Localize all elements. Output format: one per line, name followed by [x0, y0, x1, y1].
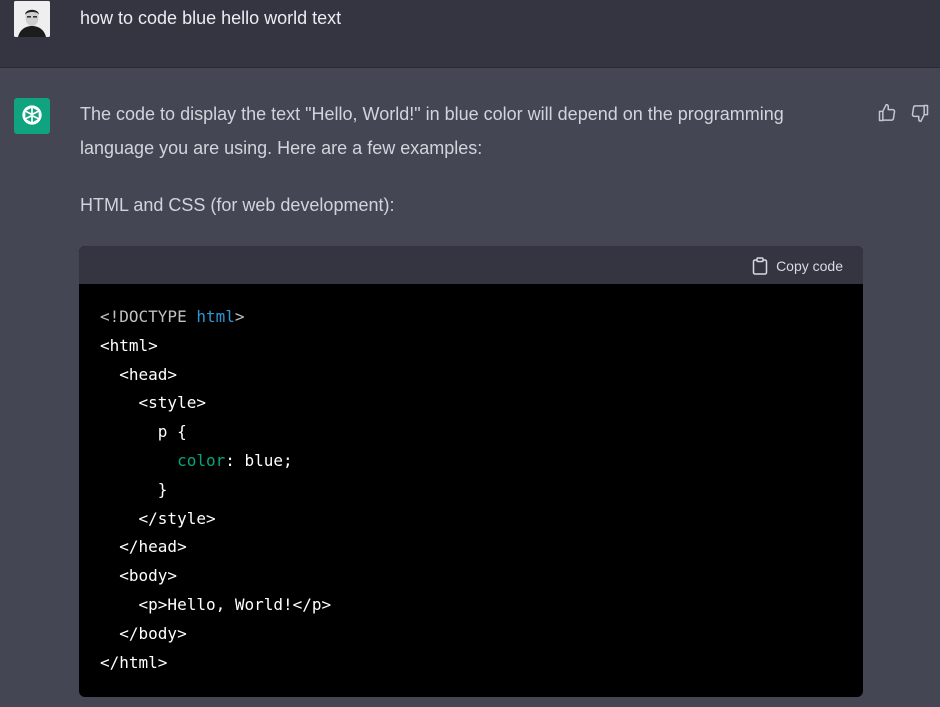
code-line: <p>Hello, World!</p> — [100, 591, 332, 620]
code-content: <!DOCTYPE html> <html> <head> <style> p {… — [100, 303, 331, 677]
code-token: color — [177, 450, 226, 470]
code-token: <!DOCTYPE — [100, 307, 197, 326]
code-line: color: blue; — [100, 447, 331, 476]
code-token: <head> — [119, 364, 178, 384]
code-block: Copy code <!DOCTYPE html> <html> <head> <… — [79, 246, 863, 697]
assistant-paragraph-intro: The code to display the text "Hello, Wor… — [80, 104, 784, 158]
code-token: html — [196, 307, 235, 326]
code-token: > — [234, 307, 245, 326]
code-line: </body> — [100, 620, 331, 649]
user-avatar — [14, 1, 50, 37]
code-line: } — [100, 476, 331, 505]
code-token: </head> — [119, 537, 187, 557]
code-line: <!DOCTYPE html> — [100, 303, 331, 332]
code-line: </head> — [100, 533, 331, 562]
code-block-header: Copy code — [79, 246, 863, 284]
code-token: </body> — [119, 623, 187, 643]
code-token: } — [157, 479, 168, 499]
openai-logo-icon — [22, 105, 42, 125]
code-token: <p>Hello, World!</p> — [138, 594, 332, 614]
user-message-text: how to code blue hello world text — [80, 8, 342, 28]
assistant-message-row: The code to display the text "Hello, Wor… — [0, 69, 940, 707]
clipboard-icon — [752, 257, 768, 275]
thumbs-down-button[interactable] — [909, 102, 931, 124]
code-line: <style> — [100, 389, 331, 418]
thumbs-up-icon — [878, 103, 896, 122]
code-token: : blue; — [225, 450, 293, 470]
code-token: p { — [157, 422, 187, 442]
thumbs-up-button[interactable] — [876, 102, 898, 124]
code-token: </style> — [138, 508, 216, 528]
user-avatar-photo — [14, 1, 50, 37]
bot-avatar — [14, 98, 50, 134]
code-line: <head> — [100, 361, 331, 390]
assistant-paragraph-html-css: HTML and CSS (for web development): — [80, 195, 395, 215]
code-token: <html> — [100, 335, 158, 355]
code-line: p { — [100, 418, 331, 447]
copy-code-label: Copy code — [776, 258, 843, 274]
code-token: </html> — [100, 652, 168, 672]
code-line: <body> — [100, 562, 331, 591]
code-token: <body> — [119, 566, 178, 586]
user-message-row: how to code blue hello world text — [0, 0, 940, 68]
code-line: </html> — [100, 649, 331, 678]
code-token: <style> — [138, 393, 206, 413]
code-line: <html> — [100, 332, 331, 361]
copy-code-button[interactable]: Copy code — [752, 255, 843, 277]
thumbs-down-icon — [911, 104, 929, 123]
code-line: </style> — [100, 505, 331, 534]
